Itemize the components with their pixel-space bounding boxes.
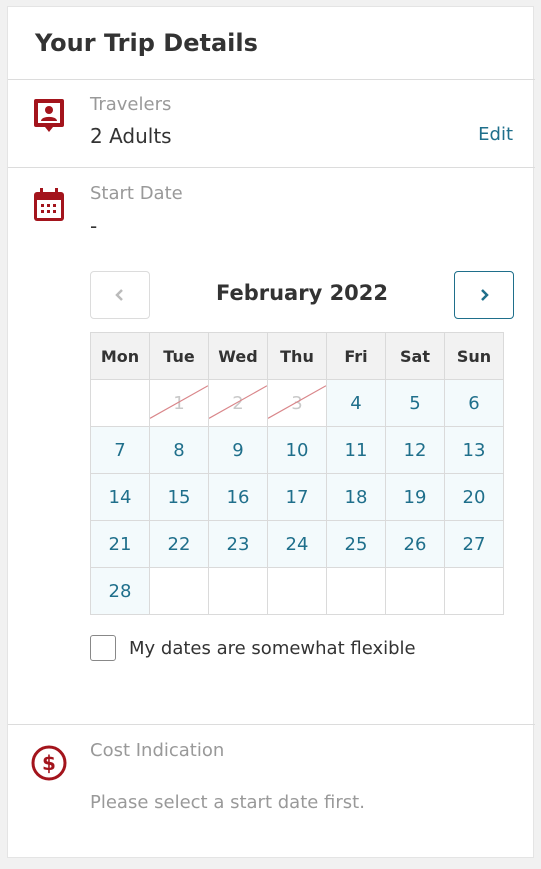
calendar-empty-cell (90, 379, 150, 427)
calendar-empty-cell (444, 567, 504, 615)
weekday-header: Mon (90, 332, 150, 380)
calendar-day[interactable]: 8 (149, 426, 209, 474)
calendar-day[interactable]: 19 (385, 473, 445, 521)
traveler-icon (34, 99, 64, 132)
calendar-day[interactable]: 26 (385, 520, 445, 568)
calendar-day[interactable]: 15 (149, 473, 209, 521)
weekday-header: Sat (385, 332, 445, 380)
weekday-header: Fri (326, 332, 386, 380)
strikethrough-mark (150, 385, 208, 419)
divider (8, 167, 535, 168)
calendar-empty-cell (208, 567, 268, 615)
start-date-value: - (90, 214, 98, 238)
prev-month-button[interactable] (90, 271, 150, 319)
calendar-day[interactable]: 6 (444, 379, 504, 427)
weekday-header: Thu (267, 332, 327, 380)
chevron-left-icon (115, 289, 123, 301)
calendar-day-disabled: 2 (208, 379, 268, 427)
calendar-week: 123456 (90, 379, 504, 427)
calendar-day[interactable]: 4 (326, 379, 386, 427)
flexible-dates-row[interactable]: My dates are somewhat flexible (90, 635, 416, 661)
calendar-day[interactable]: 9 (208, 426, 268, 474)
calendar-day[interactable]: 17 (267, 473, 327, 521)
calendar-empty-cell (326, 567, 386, 615)
calendar-empty-cell (267, 567, 327, 615)
card-title: Your Trip Details (35, 29, 258, 57)
dollar-icon: $ (31, 745, 67, 781)
calendar-day-disabled: 1 (149, 379, 209, 427)
start-date-label: Start Date (90, 183, 183, 204)
svg-text:$: $ (42, 751, 56, 775)
month-title: February 2022 (215, 281, 389, 305)
divider (8, 79, 535, 80)
calendar-day[interactable]: 12 (385, 426, 445, 474)
calendar-day[interactable]: 24 (267, 520, 327, 568)
calendar-week: 7 8 9 10 11 12 13 (90, 426, 504, 474)
calendar-day-disabled: 3 (267, 379, 327, 427)
flexible-dates-checkbox[interactable] (90, 635, 116, 661)
calendar-week: 28 (90, 567, 504, 615)
calendar-day[interactable]: 10 (267, 426, 327, 474)
calendar-empty-cell (149, 567, 209, 615)
strikethrough-mark (268, 385, 326, 419)
calendar-day[interactable]: 14 (90, 473, 150, 521)
weekday-header: Sun (444, 332, 504, 380)
calendar-day[interactable]: 20 (444, 473, 504, 521)
travelers-label: Travelers (90, 94, 172, 115)
chevron-right-icon (481, 289, 489, 301)
calendar-day[interactable]: 16 (208, 473, 268, 521)
strikethrough-mark (209, 385, 267, 419)
weekday-header: Tue (149, 332, 209, 380)
calendar-week: 21 22 23 24 25 26 27 (90, 520, 504, 568)
calendar-day[interactable]: 25 (326, 520, 386, 568)
divider (8, 724, 535, 725)
travelers-value: 2 Adults (90, 124, 172, 148)
flexible-dates-label: My dates are somewhat flexible (129, 637, 416, 659)
calendar-grid: Mon Tue Wed Thu Fri Sat Sun 1 2 3 4 5 6 7 8 9 10 11 12 13 1… (90, 332, 504, 615)
calendar-day[interactable]: 13 (444, 426, 504, 474)
cost-hint: Please select a start date first. (90, 792, 365, 813)
calendar-day[interactable]: 23 (208, 520, 268, 568)
calendar-day[interactable]: 27 (444, 520, 504, 568)
calendar-day[interactable]: 11 (326, 426, 386, 474)
trip-details-card: Your Trip Details Travelers 2 Adults Edi… (7, 6, 535, 858)
edit-travelers-link[interactable]: Edit (478, 124, 513, 145)
cost-label: Cost Indication (90, 740, 225, 761)
calendar-day[interactable]: 18 (326, 473, 386, 521)
next-month-button[interactable] (454, 271, 514, 319)
calendar-day[interactable]: 22 (149, 520, 209, 568)
calendar-day[interactable]: 21 (90, 520, 150, 568)
calendar-empty-cell (385, 567, 445, 615)
calendar-week: 14 15 16 17 18 19 20 (90, 473, 504, 521)
calendar-day[interactable]: 28 (90, 567, 150, 615)
calendar-day[interactable]: 5 (385, 379, 445, 427)
calendar-icon (34, 188, 64, 221)
calendar-day[interactable]: 7 (90, 426, 150, 474)
weekday-header: Wed (208, 332, 268, 380)
